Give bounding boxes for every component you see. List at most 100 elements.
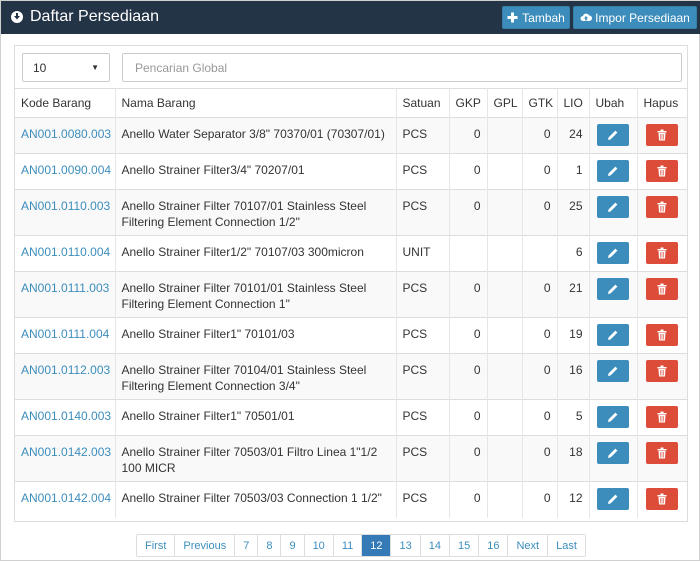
- col-gpl[interactable]: GPL: [487, 88, 523, 118]
- trash-icon: [657, 283, 667, 295]
- delete-button[interactable]: [646, 488, 679, 510]
- edit-button[interactable]: [597, 488, 629, 510]
- gpl-cell: [487, 399, 523, 436]
- delete-button[interactable]: [646, 160, 679, 182]
- kode-barang-link[interactable]: AN001.0142.003: [15, 435, 116, 482]
- kode-barang-link[interactable]: AN001.0142.004: [15, 481, 116, 518]
- trash-icon: [657, 365, 667, 377]
- edit-button[interactable]: [597, 278, 629, 300]
- page-title-text: Daftar Persediaan: [30, 8, 159, 25]
- hapus-cell: [637, 435, 687, 482]
- page-link-9[interactable]: 9: [281, 535, 305, 556]
- trash-icon: [657, 165, 667, 177]
- edit-button[interactable]: [597, 442, 629, 464]
- hapus-cell: [637, 117, 687, 154]
- kode-barang-link[interactable]: AN001.0111.003: [15, 271, 116, 318]
- kode-barang-link[interactable]: AN001.0110.004: [15, 235, 116, 272]
- satuan-cell: PCS: [396, 481, 450, 518]
- delete-button[interactable]: [646, 124, 679, 146]
- edit-button[interactable]: [597, 160, 629, 182]
- page-title: Daftar Persediaan: [10, 8, 159, 26]
- page-link-last[interactable]: Last: [548, 535, 585, 556]
- delete-button[interactable]: [646, 442, 679, 464]
- page-link-7[interactable]: 7: [235, 535, 259, 556]
- trash-icon: [657, 329, 667, 341]
- table-row: AN001.0111.003 Anello Strainer Filter 70…: [15, 271, 687, 318]
- edit-button[interactable]: [597, 324, 629, 346]
- table-row: AN001.0110.004 Anello Strainer Filter1/2…: [15, 235, 687, 272]
- delete-button[interactable]: [646, 406, 679, 428]
- edit-button[interactable]: [597, 242, 629, 264]
- edit-button[interactable]: [597, 196, 629, 218]
- impor-persediaan-button[interactable]: Impor Persediaan: [573, 6, 697, 29]
- hapus-cell: [637, 235, 687, 272]
- gpl-cell: [487, 117, 523, 154]
- trash-icon: [657, 247, 667, 259]
- edit-button[interactable]: [597, 360, 629, 382]
- gpl-cell: [487, 271, 523, 318]
- page-size-select[interactable]: 10 ▼: [22, 53, 110, 82]
- page-link-11[interactable]: 11: [333, 535, 363, 556]
- kode-barang-link[interactable]: AN001.0111.004: [15, 317, 116, 354]
- page-link-first[interactable]: First: [137, 535, 176, 556]
- page-link-15[interactable]: 15: [449, 535, 480, 556]
- delete-button[interactable]: [646, 278, 679, 300]
- page-link-8[interactable]: 8: [258, 535, 282, 556]
- pencil-icon: [608, 412, 618, 422]
- page-link-13[interactable]: 13: [391, 535, 421, 556]
- delete-button[interactable]: [646, 196, 679, 218]
- pencil-icon: [608, 494, 618, 504]
- tambah-label: Tambah: [522, 10, 565, 25]
- gtk-cell: 0: [522, 353, 558, 400]
- col-ubah: Ubah: [589, 88, 638, 118]
- table-row: AN001.0140.003 Anello Strainer Filter1" …: [15, 399, 687, 436]
- delete-button[interactable]: [646, 360, 679, 382]
- col-satuan[interactable]: Satuan: [396, 88, 450, 118]
- lio-cell: 21: [557, 271, 590, 318]
- lio-cell: 18: [557, 435, 590, 482]
- gtk-cell: 0: [522, 481, 558, 518]
- col-gtk[interactable]: GTK: [522, 88, 558, 118]
- delete-button[interactable]: [646, 242, 679, 264]
- plus-icon: [507, 12, 518, 23]
- ubah-cell: [589, 353, 638, 400]
- edit-button[interactable]: [597, 124, 629, 146]
- lio-cell: 19: [557, 317, 590, 354]
- global-search-input[interactable]: [122, 53, 682, 82]
- kode-barang-link[interactable]: AN001.0090.004: [15, 153, 116, 190]
- kode-barang-link[interactable]: AN001.0112.003: [15, 353, 116, 400]
- gkp-cell: [449, 235, 488, 272]
- pencil-icon: [608, 284, 618, 294]
- gpl-cell: [487, 353, 523, 400]
- kode-barang-link[interactable]: AN001.0140.003: [15, 399, 116, 436]
- pencil-icon: [608, 166, 618, 176]
- table-row: AN001.0111.004 Anello Strainer Filter1" …: [15, 317, 687, 354]
- page-link-previous[interactable]: Previous: [175, 535, 236, 556]
- satuan-cell: PCS: [396, 399, 450, 436]
- nama-barang-cell: Anello Strainer Filter 70101/01 Stainles…: [115, 271, 397, 318]
- table-row: AN001.0110.003 Anello Strainer Filter 70…: [15, 189, 687, 236]
- lio-cell: 6: [557, 235, 590, 272]
- nama-barang-cell: Anello Strainer Filter1/2" 70107/03 300m…: [115, 235, 397, 272]
- delete-button[interactable]: [646, 324, 679, 346]
- page-link-16[interactable]: 16: [479, 535, 509, 556]
- page-link-10[interactable]: 10: [304, 535, 334, 556]
- page-link-12[interactable]: 12: [362, 535, 392, 556]
- ubah-cell: [589, 271, 638, 318]
- gpl-cell: [487, 189, 523, 236]
- col-gkp[interactable]: GKP: [449, 88, 488, 118]
- hapus-cell: [637, 153, 687, 190]
- edit-button[interactable]: [597, 406, 629, 428]
- hapus-cell: [637, 189, 687, 236]
- satuan-cell: PCS: [396, 153, 450, 190]
- col-nama-barang[interactable]: Nama Barang: [115, 88, 397, 118]
- kode-barang-link[interactable]: AN001.0080.003: [15, 117, 116, 154]
- col-lio[interactable]: LIO: [557, 88, 590, 118]
- page-link-next[interactable]: Next: [508, 535, 549, 556]
- page-link-14[interactable]: 14: [420, 535, 450, 556]
- col-kode-barang[interactable]: Kode Barang: [15, 88, 116, 118]
- table-row: AN001.0142.003 Anello Strainer Filter 70…: [15, 435, 687, 482]
- tambah-button[interactable]: Tambah: [502, 6, 570, 29]
- kode-barang-link[interactable]: AN001.0110.003: [15, 189, 116, 236]
- col-hapus: Hapus: [637, 88, 687, 118]
